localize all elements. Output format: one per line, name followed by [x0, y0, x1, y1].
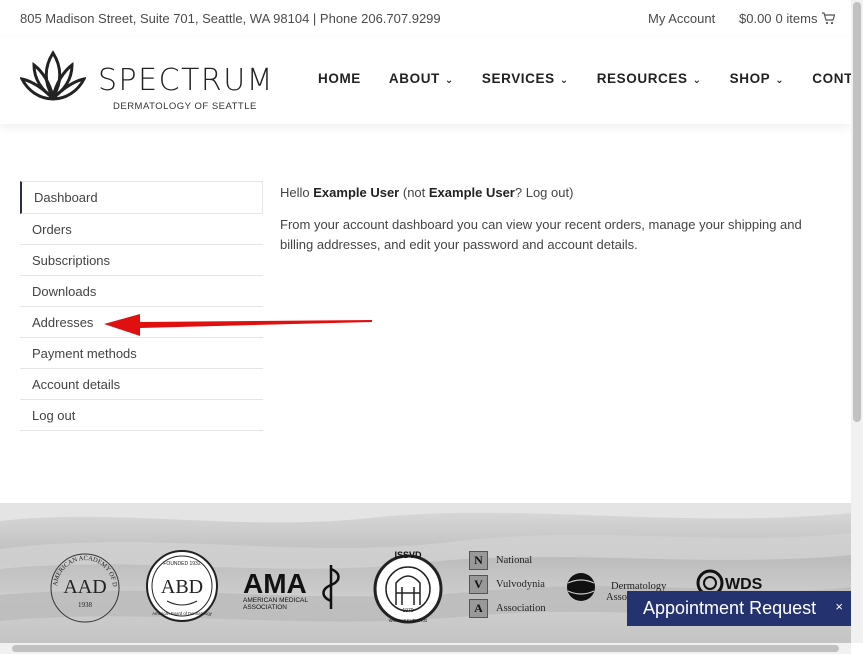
chevron-down-icon: ⌄: [559, 74, 569, 86]
svg-text:Asso: Asso: [606, 592, 627, 603]
cart-icon: [822, 12, 836, 25]
aad-logo: AAD 1938 AMERICAN ACADEMY OF DERMATOLOGY: [43, 544, 124, 632]
vertical-scrollbar[interactable]: [851, 0, 863, 643]
nva-letter: V: [469, 575, 488, 594]
abd-seal-icon: FOUNDED 1932 ABD American Board of Derma…: [146, 550, 218, 622]
greeting-text: Hello: [280, 185, 314, 200]
nav-label: ABOUT: [388, 71, 440, 86]
nva-row: N National: [469, 551, 546, 570]
close-icon[interactable]: ×: [835, 599, 843, 614]
nav-about[interactable]: ABOUT ⌄: [389, 71, 454, 86]
site-header: SPECTRUM DERMATOLOGY OF SEATTLE HOME ABO…: [0, 37, 863, 124]
nva-logo: N National V Vulvodynia A Association: [469, 551, 546, 623]
account-nav-account-details[interactable]: Account details: [20, 369, 263, 400]
contact-address: 805 Madison Street, Suite 701, Seattle, …: [20, 11, 441, 26]
nva-row: V Vulvodynia: [469, 575, 546, 594]
nva-word: National: [496, 555, 533, 566]
nva-letter: A: [469, 599, 488, 618]
appointment-label: Appointment Request: [643, 598, 817, 618]
chevron-down-icon: ⌄: [444, 74, 454, 86]
nav-shop[interactable]: SHOP ⌄: [730, 71, 785, 86]
cart-items: 0 items: [775, 11, 818, 26]
scrollbar-thumb[interactable]: [853, 2, 861, 422]
svg-text:AMA: AMA: [243, 568, 307, 599]
appointment-request-button[interactable]: Appointment Request ×: [627, 591, 851, 626]
nav-label: RESOURCES: [596, 71, 688, 86]
svg-text:AAD: AAD: [63, 576, 106, 598]
my-account-link[interactable]: My Account: [648, 11, 715, 26]
nav-label: SHOP: [729, 71, 771, 86]
scrollbar-thumb[interactable]: [12, 645, 839, 652]
account-nav-downloads[interactable]: Downloads: [20, 276, 263, 307]
nav-services[interactable]: SERVICES ⌄: [482, 71, 569, 86]
greeting-text: (not: [399, 185, 429, 200]
cart-link[interactable]: $0.00 0 items: [739, 11, 836, 26]
main-nav: HOME ABOUT ⌄ SERVICES ⌄ RESOURCES ⌄ SHOP ⌄ C…: [318, 71, 863, 86]
svg-text:ASSOCIATION: ASSOCIATION: [243, 604, 287, 611]
svg-text:AMERICAN MEDICAL: AMERICAN MEDICAL: [243, 597, 308, 604]
svg-text:American Board of Dermatology: American Board of Dermatology: [152, 611, 212, 616]
abd-logo: FOUNDED 1932 ABD American Board of Derma…: [145, 547, 219, 630]
svg-text:1938: 1938: [78, 601, 93, 609]
nva-word: Vulvodynia: [496, 579, 545, 590]
svg-text:FOUNDED 1932: FOUNDED 1932: [163, 561, 200, 567]
svg-text:ABD: ABD: [161, 576, 203, 598]
username: Example User: [313, 185, 400, 200]
chevron-down-icon: ⌄: [692, 74, 702, 86]
horizontal-scrollbar[interactable]: [0, 643, 851, 654]
svg-text:1970: 1970: [402, 608, 413, 614]
nav-home[interactable]: HOME: [318, 71, 361, 86]
account-navigation: Dashboard Orders Subscriptions Downloads…: [20, 181, 263, 431]
top-bar: 805 Madison Street, Suite 701, Seattle, …: [0, 0, 851, 37]
cart-total: $0.00: [739, 11, 772, 26]
chevron-down-icon: ⌄: [775, 74, 785, 86]
logout-link[interactable]: ? Log out): [515, 185, 574, 200]
brand-name: SPECTRUM: [98, 63, 275, 98]
svg-text:ISSVD: ISSVD: [394, 550, 422, 560]
account-nav-subscriptions[interactable]: Subscriptions: [20, 245, 263, 276]
annotation-arrow-icon: [104, 314, 372, 336]
brand-subtitle: DERMATOLOGY OF SEATTLE: [113, 101, 257, 112]
aad-seal-icon: AAD 1938 AMERICAN ACADEMY OF DERMATOLOGY: [43, 544, 120, 623]
issvd-seal-icon: ISSVD 1970 WWW.ISSVD.ORG: [373, 550, 443, 624]
nva-letter: N: [469, 551, 488, 570]
svg-text:WWW.ISSVD.ORG: WWW.ISSVD.ORG: [389, 618, 428, 623]
lotus-logo-icon: [20, 50, 86, 101]
nav-label: SERVICES: [481, 71, 555, 86]
account-nav-logout[interactable]: Log out: [20, 400, 263, 431]
username: Example User: [428, 185, 515, 200]
nva-row: A Association: [469, 599, 546, 618]
nav-resources[interactable]: RESOURCES ⌄: [597, 71, 702, 86]
ama-logo: AMA AMERICAN MEDICAL ASSOCIATION: [243, 563, 351, 618]
ama-logo-icon: AMA AMERICAN MEDICAL ASSOCIATION: [243, 565, 340, 611]
site-logo[interactable]: SPECTRUM DERMATOLOGY OF SEATTLE: [20, 49, 273, 112]
account-nav-payment-methods[interactable]: Payment methods: [20, 338, 263, 369]
nav-label: HOME: [318, 71, 361, 86]
dashboard-intro: From your account dashboard you can view…: [280, 217, 802, 252]
account-nav-orders[interactable]: Orders: [20, 214, 263, 245]
dashboard-content: Hello Example User (not Example User? Lo…: [280, 183, 830, 267]
greeting: Hello Example User (not Example User? Lo…: [280, 183, 830, 203]
account-nav-dashboard[interactable]: Dashboard: [20, 181, 263, 214]
nva-word: Association: [496, 603, 546, 614]
issvd-logo: ISSVD 1970 WWW.ISSVD.ORG: [372, 549, 444, 634]
